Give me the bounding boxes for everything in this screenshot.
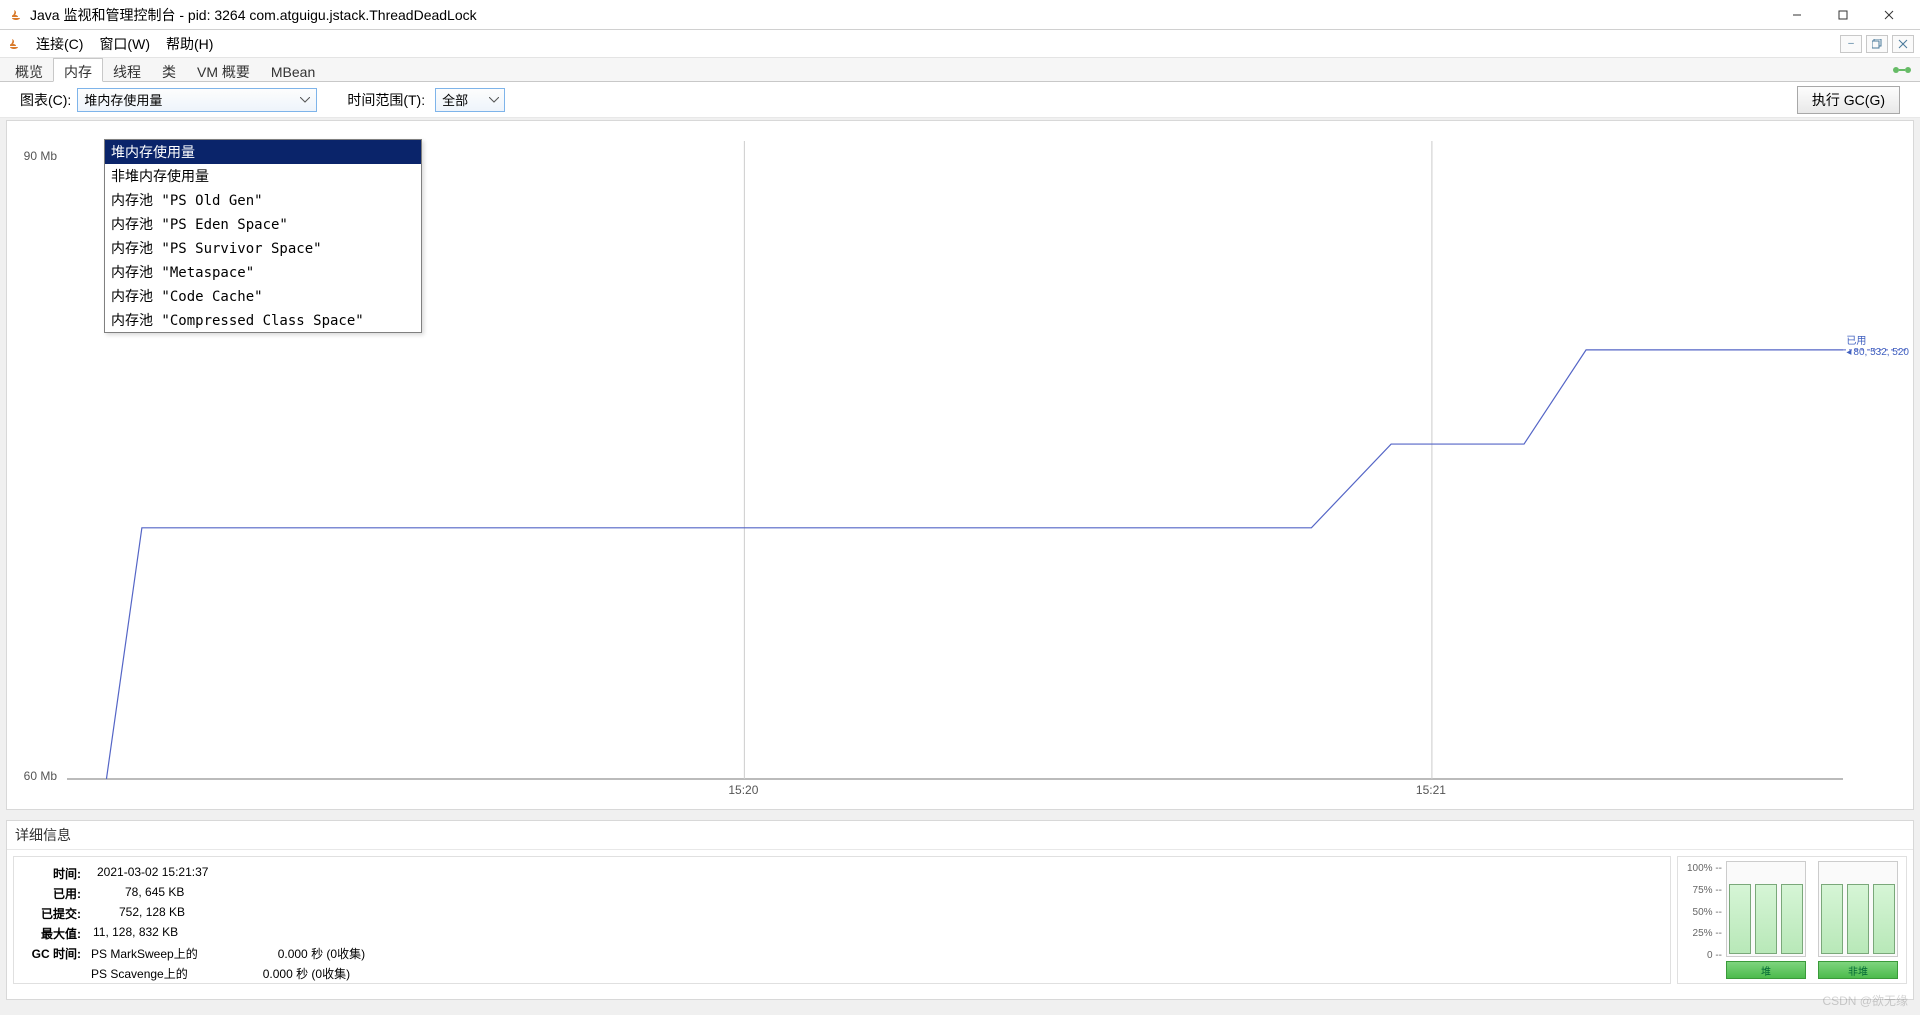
mini-bar [1847, 884, 1869, 954]
internal-minimize-button[interactable]: – [1840, 35, 1862, 53]
minimize-button[interactable] [1774, 0, 1820, 30]
details-table: 时间: 2021-03-02 15:21:37 已用: 78, 645 KB 已… [13, 856, 1671, 984]
tab-threads[interactable]: 线程 [102, 58, 152, 81]
maximize-button[interactable] [1820, 0, 1866, 30]
non-heap-button[interactable]: 非堆 [1818, 961, 1898, 979]
time-range-label: 时间范围(T): [347, 90, 425, 110]
chart-controls: 图表(C): 堆内存使用量 时间范围(T): 全部 执行 GC(G) [0, 82, 1920, 118]
details-gc-ms-name: PS MarkSweep上的 [85, 945, 198, 962]
memory-pools-mini-chart: 100% -- 75% -- 50% -- 25% -- 0 -- 堆 非堆 [1677, 856, 1907, 984]
tab-vm-summary[interactable]: VM 概要 [186, 58, 261, 81]
details-max-value: 11, 128, 832 KB [85, 925, 178, 942]
details-committed-value: 752, 128 KB [85, 905, 185, 922]
current-value-label: 已用 ◂80, 532, 520 [1846, 336, 1909, 358]
chart-selector[interactable]: 堆内存使用量 [77, 88, 317, 112]
internal-restore-button[interactable] [1866, 35, 1888, 53]
details-used-label: 已用: [30, 885, 85, 902]
chevron-down-icon [486, 91, 502, 109]
menu-connect[interactable]: 连接(C) [28, 31, 91, 57]
dropdown-option[interactable]: 内存池 "PS Survivor Space" [105, 236, 421, 260]
window-title-bar: Java 监视和管理控制台 - pid: 3264 com.atguigu.js… [0, 0, 1920, 30]
java-icon [8, 7, 24, 23]
details-panel: 详细信息 时间: 2021-03-02 15:21:37 已用: 78, 645… [6, 820, 1914, 1000]
dropdown-option[interactable]: 非堆内存使用量 [105, 164, 421, 188]
mini-bar [1755, 884, 1777, 954]
details-time-label: 时间: [30, 865, 85, 882]
y-axis-tick: 90 Mb [7, 149, 57, 163]
time-range-value: 全部 [442, 90, 468, 109]
tab-classes[interactable]: 类 [151, 58, 187, 81]
heap-button[interactable]: 堆 [1726, 961, 1806, 979]
tab-memory[interactable]: 内存 [53, 58, 103, 82]
dropdown-option[interactable]: 内存池 "PS Old Gen" [105, 188, 421, 212]
window-title: Java 监视和管理控制台 - pid: 3264 com.atguigu.js… [30, 5, 477, 25]
tab-mbean[interactable]: MBean [260, 58, 326, 81]
details-max-label: 最大值: [30, 925, 85, 942]
chart-selector-value: 堆内存使用量 [84, 90, 162, 109]
mini-bar [1821, 884, 1843, 954]
time-range-selector[interactable]: 全部 [435, 88, 505, 112]
dropdown-option[interactable]: 内存池 "Compressed Class Space" [105, 308, 421, 332]
mini-bar [1729, 884, 1751, 954]
y-axis-tick: 60 Mb [7, 769, 57, 783]
window-controls [1774, 0, 1912, 30]
mini-bar [1781, 884, 1803, 954]
details-gc-label: GC 时间: [30, 945, 85, 962]
connection-status-icon [1890, 62, 1914, 78]
chart-selector-dropdown[interactable]: 堆内存使用量 非堆内存使用量 内存池 "PS Old Gen" 内存池 "PS … [104, 139, 422, 333]
x-axis-tick: 15:21 [1416, 783, 1446, 797]
details-header: 详细信息 [7, 821, 1913, 850]
details-used-value: 78, 645 KB [85, 885, 184, 902]
non-heap-bar-group[interactable] [1818, 861, 1898, 957]
details-gc-scavenge-value: 0.000 秒 (0收集) [188, 965, 350, 982]
chevron-down-icon [296, 91, 314, 109]
java-icon [6, 36, 22, 52]
dropdown-option[interactable]: 内存池 "Metaspace" [105, 260, 421, 284]
dropdown-option[interactable]: 内存池 "PS Eden Space" [105, 212, 421, 236]
mini-bar [1873, 884, 1895, 954]
details-committed-label: 已提交: [30, 905, 85, 922]
details-gc-ms-value: 0.000 秒 (0收集) [198, 945, 365, 962]
menu-help[interactable]: 帮助(H) [158, 31, 221, 57]
x-axis-tick: 15:20 [728, 783, 758, 797]
heap-bar-group[interactable] [1726, 861, 1806, 957]
dropdown-option[interactable]: 堆内存使用量 [105, 140, 421, 164]
perform-gc-button[interactable]: 执行 GC(G) [1797, 86, 1900, 114]
mini-chart-y-labels: 100% -- 75% -- 50% -- 25% -- 0 -- [1682, 861, 1722, 979]
dropdown-option[interactable]: 内存池 "Code Cache" [105, 284, 421, 308]
menu-bar: 连接(C) 窗口(W) 帮助(H) – [0, 30, 1920, 58]
menu-window[interactable]: 窗口(W) [91, 31, 158, 57]
internal-window-controls: – [1840, 35, 1914, 53]
tab-row: 概览 内存 线程 类 VM 概要 MBean [0, 58, 1920, 82]
tab-overview[interactable]: 概览 [4, 58, 54, 81]
close-button[interactable] [1866, 0, 1912, 30]
details-gc-scavenge-name: PS Scavenge上的 [85, 965, 188, 982]
chart-selector-label: 图表(C): [20, 90, 71, 110]
internal-close-button[interactable] [1892, 35, 1914, 53]
details-time-value: 2021-03-02 15:21:37 [85, 865, 208, 882]
